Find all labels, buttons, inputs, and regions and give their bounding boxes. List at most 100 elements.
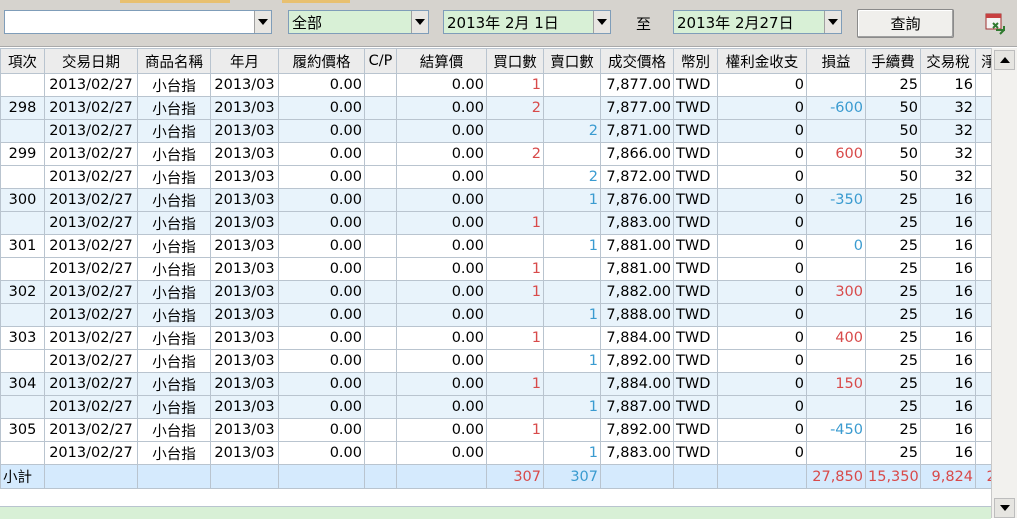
col-header-strike[interactable]: 履約價格 [279, 49, 365, 74]
cell-buy-qty: 1 [487, 419, 544, 442]
cell-buy-qty [487, 235, 544, 258]
cell-settle: 0.00 [397, 373, 487, 396]
col-header-fee[interactable]: 手續費 [866, 49, 921, 74]
cell-pl [807, 304, 866, 327]
table-row[interactable]: 3032013/02/27小台指2013/030.000.0017,884.00… [1, 327, 1017, 350]
cell-premium: 0 [718, 235, 807, 258]
start-date-picker[interactable]: 2013年 2月 1日 [443, 10, 611, 34]
trade-grid: 項次 交易日期 商品名稱 年月 履約價格 C/P 結算價 買口數 賣口數 成交價… [0, 48, 990, 489]
cell-sell-qty [544, 419, 601, 442]
cell-pl: -450 [807, 419, 866, 442]
cell-item-no: 299 [1, 143, 45, 166]
cell-trade-date: 2013/02/27 [45, 143, 138, 166]
filter-select[interactable]: 全部 [288, 10, 429, 34]
table-row[interactable]: 2013/02/27小台指2013/030.000.0017,883.00TWD… [1, 442, 1017, 465]
scroll-down-icon[interactable] [994, 498, 1015, 518]
vertical-scrollbar[interactable] [991, 48, 1017, 518]
cell-premium: 0 [718, 74, 807, 97]
cell-strike: 0.00 [279, 350, 365, 373]
cell-fee: 25 [866, 258, 921, 281]
cell-fee: 25 [866, 304, 921, 327]
table-cell [365, 465, 397, 489]
cell-year-month: 2013/03 [211, 350, 279, 373]
subtotal-label: 小計 [1, 465, 45, 489]
table-row[interactable]: 2013/02/27小台指2013/030.000.0017,883.00TWD… [1, 212, 1017, 235]
cell-product: 小台指 [138, 373, 211, 396]
col-header-sell-qty[interactable]: 賣口數 [544, 49, 601, 74]
col-header-buy-qty[interactable]: 買口數 [487, 49, 544, 74]
col-header-trade-date[interactable]: 交易日期 [45, 49, 138, 74]
cell-tax: 16 [921, 442, 976, 465]
cell-pl [807, 350, 866, 373]
col-header-product[interactable]: 商品名稱 [138, 49, 211, 74]
table-row[interactable]: 2982013/02/27小台指2013/030.000.0027,877.00… [1, 97, 1017, 120]
cell-fee: 50 [866, 97, 921, 120]
cell-fee: 25 [866, 327, 921, 350]
cell-settle: 0.00 [397, 166, 487, 189]
cell-settle: 0.00 [397, 97, 487, 120]
cell-price: 7,883.00 [601, 442, 674, 465]
table-row[interactable]: 3002013/02/27小台指2013/030.000.0017,876.00… [1, 189, 1017, 212]
account-select[interactable] [4, 10, 272, 34]
cell-settle: 0.00 [397, 235, 487, 258]
table-row[interactable]: 2013/02/27小台指2013/030.000.0027,872.00TWD… [1, 166, 1017, 189]
cell-premium: 0 [718, 212, 807, 235]
cell-sell-qty: 2 [544, 120, 601, 143]
table-row[interactable]: 2013/02/27小台指2013/030.000.0017,888.00TWD… [1, 304, 1017, 327]
col-header-tax[interactable]: 交易稅 [921, 49, 976, 74]
cell-price: 7,872.00 [601, 166, 674, 189]
end-date-picker[interactable]: 2013年 2月27日 [673, 10, 842, 34]
query-button[interactable]: 查詢 [857, 9, 954, 38]
cell-sell-qty: 1 [544, 304, 601, 327]
cell-item-no: 302 [1, 281, 45, 304]
chevron-down-icon[interactable] [593, 11, 610, 33]
excel-export-icon[interactable] [984, 12, 1008, 36]
col-header-settle[interactable]: 結算價 [397, 49, 487, 74]
cell-pl [807, 442, 866, 465]
cell-pl [807, 212, 866, 235]
chevron-down-icon[interactable] [411, 11, 428, 33]
col-header-currency[interactable]: 幣別 [674, 49, 718, 74]
cell-year-month: 2013/03 [211, 327, 279, 350]
cell-price: 7,887.00 [601, 396, 674, 419]
table-row[interactable]: 2013/02/27小台指2013/030.000.0017,892.00TWD… [1, 350, 1017, 373]
table-row[interactable]: 3042013/02/27小台指2013/030.000.0017,884.00… [1, 373, 1017, 396]
cell-price: 7,881.00 [601, 258, 674, 281]
cell-fee: 25 [866, 396, 921, 419]
cell-fee: 25 [866, 373, 921, 396]
table-row[interactable]: 2013/02/27小台指2013/030.000.0017,887.00TWD… [1, 396, 1017, 419]
cell-tax: 16 [921, 304, 976, 327]
cell-cp [365, 350, 397, 373]
table-row[interactable]: 3022013/02/27小台指2013/030.000.0017,882.00… [1, 281, 1017, 304]
cell-buy-qty [487, 304, 544, 327]
scroll-up-icon[interactable] [994, 50, 1015, 70]
cell-trade-date: 2013/02/27 [45, 120, 138, 143]
cell-trade-date: 2013/02/27 [45, 189, 138, 212]
cell-year-month: 2013/03 [211, 189, 279, 212]
table-row[interactable]: 2992013/02/27小台指2013/030.000.0027,866.00… [1, 143, 1017, 166]
table-row[interactable]: 2013/02/27小台指2013/030.000.0027,871.00TWD… [1, 120, 1017, 143]
col-header-item-no[interactable]: 項次 [1, 49, 45, 74]
cell-currency: TWD [674, 396, 718, 419]
cell-buy-qty: 1 [487, 373, 544, 396]
cell-strike: 0.00 [279, 143, 365, 166]
chevron-down-icon[interactable] [254, 11, 271, 33]
col-header-pl[interactable]: 損益 [807, 49, 866, 74]
table-cell [674, 465, 718, 489]
table-row[interactable]: 3012013/02/27小台指2013/030.000.0017,881.00… [1, 235, 1017, 258]
cell-tax: 32 [921, 97, 976, 120]
cell-item-no [1, 442, 45, 465]
cell-year-month: 2013/03 [211, 120, 279, 143]
col-header-cp[interactable]: C/P [365, 49, 397, 74]
chevron-down-icon[interactable] [824, 11, 841, 33]
col-header-premium[interactable]: 權利金收支 [718, 49, 807, 74]
cell-cp [365, 143, 397, 166]
table-row[interactable]: 3052013/02/27小台指2013/030.000.0017,892.00… [1, 419, 1017, 442]
table-row[interactable]: 2013/02/27小台指2013/030.000.0017,877.00TWD… [1, 74, 1017, 97]
cell-settle: 0.00 [397, 212, 487, 235]
cell-trade-date: 2013/02/27 [45, 396, 138, 419]
table-row[interactable]: 2013/02/27小台指2013/030.000.0017,881.00TWD… [1, 258, 1017, 281]
col-header-year-month[interactable]: 年月 [211, 49, 279, 74]
col-header-price[interactable]: 成交價格 [601, 49, 674, 74]
cell-tax: 16 [921, 373, 976, 396]
